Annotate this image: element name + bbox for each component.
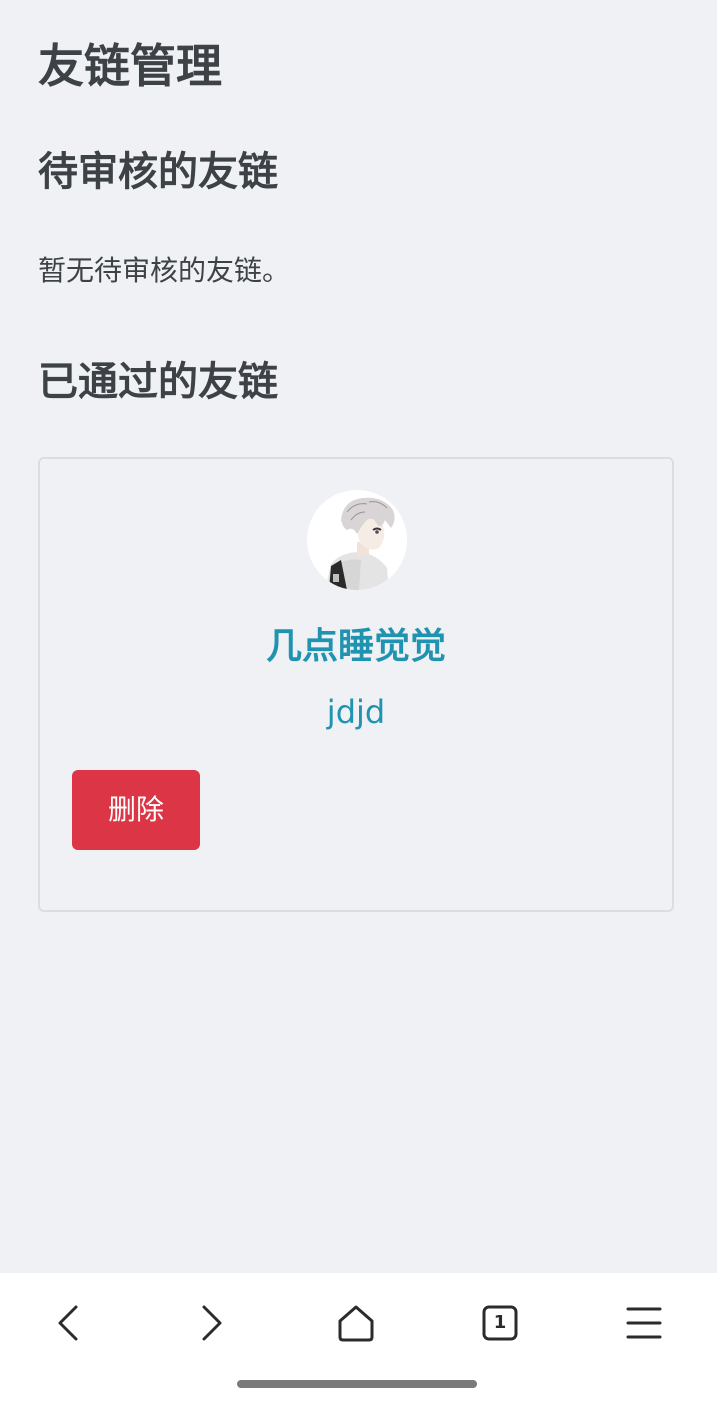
menu-button[interactable] [616,1295,672,1351]
friend-link-card: 几点睡觉觉 jdjd 删除 [38,457,674,912]
chevron-right-icon [202,1305,222,1341]
browser-bottom-bar: 1 [0,1273,717,1401]
approved-section-title: 已通过的友链 [38,359,278,405]
friend-link-name[interactable]: 几点睡觉觉 [40,624,672,670]
back-button[interactable] [40,1295,96,1351]
tabs-button[interactable]: 1 [472,1295,528,1351]
friend-link-description: jdjd [326,693,386,731]
pending-section-title: 待审核的友链 [38,149,278,195]
pending-empty-text: 暂无待审核的友链。 [38,254,291,287]
tab-count: 1 [493,1312,507,1333]
home-indicator[interactable] [237,1380,477,1388]
home-button[interactable] [328,1295,384,1351]
home-icon [338,1305,374,1342]
chevron-left-icon [58,1305,78,1341]
page-title: 友链管理 [38,39,222,93]
anime-boy-avatar-icon [307,490,407,590]
forward-button[interactable] [184,1295,240,1351]
delete-button[interactable]: 删除 [72,770,200,850]
menu-icon [626,1307,662,1339]
